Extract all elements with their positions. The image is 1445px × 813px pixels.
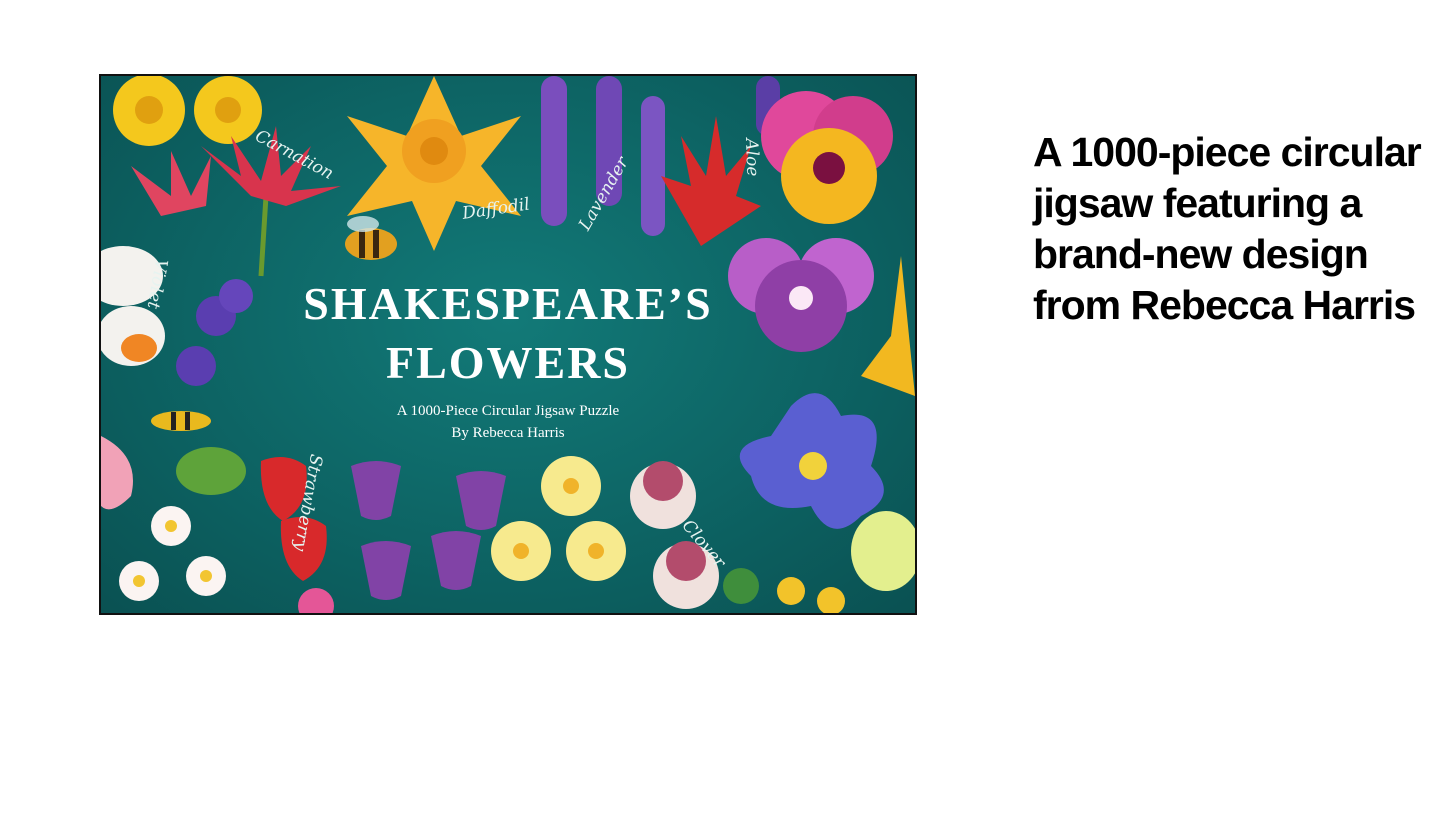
yellow-daisy-2 [194,76,262,144]
puzzle-box-cover: Carnation Daffodil Lavender Aloe Violet … [99,74,917,615]
cover-title-line2: FLOWERS [385,337,631,388]
primroses [491,456,626,581]
white-blossoms [119,506,226,601]
product-caption: A 1000-piece circular jigsaw featuring a… [1033,129,1422,328]
leaf [176,447,246,495]
bee [345,216,397,260]
carnation-flower [131,126,341,277]
fritillary-bells [351,461,506,600]
cover-title-line1: SHAKESPEARE’S [303,278,713,329]
cover-subtitle: A 1000-Piece Circular Jigsaw Puzzle [396,403,620,419]
honeysuckle [101,436,133,510]
aloe-flower [661,116,761,246]
yellow-daisy-1 [113,76,185,146]
cover-author: By Rebecca Harris [451,425,565,441]
pink-pansy [761,91,893,224]
buttercups [777,577,845,613]
brimstone-butterfly [851,511,915,591]
label-aloe: Aloe [741,138,763,177]
